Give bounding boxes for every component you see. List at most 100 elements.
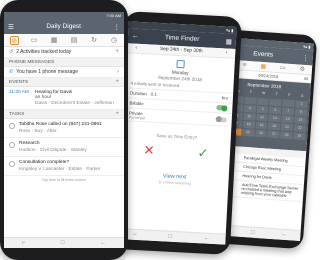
calendar-day[interactable]: 19 bbox=[255, 121, 268, 130]
nav-home-icon[interactable]: □ bbox=[251, 230, 255, 236]
task-title: Consultation complete? bbox=[19, 160, 70, 165]
calendar-day[interactable]: 5 bbox=[256, 105, 269, 114]
calendar-blank bbox=[269, 98, 283, 107]
status-bar: 7:00 AM bbox=[4, 12, 124, 19]
calendar-day[interactable]: 4 bbox=[243, 104, 256, 113]
filter-scope[interactable]: All bbox=[304, 76, 309, 81]
billable-toggle[interactable] bbox=[216, 105, 228, 111]
weekday-label: T bbox=[249, 90, 253, 95]
calendar-day[interactable]: 7 bbox=[282, 107, 295, 116]
phone-message-row[interactable]: ✆ You have 1 phone message › bbox=[4, 67, 124, 78]
weekday-label: F bbox=[288, 92, 291, 98]
add-icon[interactable]: + bbox=[115, 49, 119, 55]
calendar-day[interactable]: 29 bbox=[293, 132, 306, 141]
android-nav-bar: ⌐ □ ← bbox=[4, 237, 124, 248]
task-subtitle: Hudson · Civil Dispute · Stanley bbox=[19, 148, 87, 153]
nav-home-icon[interactable]: □ bbox=[168, 234, 172, 240]
briefcase-icon[interactable]: ▭ bbox=[30, 36, 39, 45]
task-checkbox[interactable] bbox=[9, 161, 15, 167]
document-icon[interactable]: ▤ bbox=[70, 36, 79, 45]
section-title: EVENTS bbox=[9, 80, 29, 85]
clock-icon[interactable]: ◷ bbox=[110, 36, 119, 45]
section-title: PHONE MESSAGES bbox=[9, 60, 55, 65]
calendar-day[interactable]: 22 bbox=[293, 124, 307, 133]
task-subtitle: Kingsley v. Lancaster · Estate · Parker bbox=[19, 167, 101, 172]
nav-recent-icon[interactable]: ⌐ bbox=[22, 240, 26, 246]
list-icon[interactable]: ≡ bbox=[243, 62, 247, 68]
save-choices: ✕ ✓ bbox=[122, 141, 231, 163]
task-checkbox[interactable] bbox=[9, 123, 15, 129]
section-title: TASKS bbox=[9, 112, 25, 117]
calendar-day[interactable]: 26 bbox=[254, 129, 268, 138]
task-item[interactable]: Research Hudson · Civil Dispute · Stanley bbox=[4, 138, 124, 157]
calendar-day[interactable]: 15 bbox=[294, 116, 307, 125]
activities-text: 2 Activities tracked today bbox=[16, 49, 72, 55]
nav-recent-icon[interactable]: ⌐ bbox=[133, 232, 137, 238]
duration-value[interactable]: 0.1 bbox=[150, 92, 156, 97]
calendar-day[interactable]: 8 bbox=[294, 108, 308, 117]
daily-digest-phone: 7:00 AM ☰ Daily Digest ⋮ ⊘ ▭ ▦ ▤ ↻ ◷ ↺ 2… bbox=[0, 0, 128, 260]
document-icon[interactable]: ▭ bbox=[280, 64, 286, 71]
calendar-day[interactable]: 25 bbox=[241, 128, 255, 137]
calendar-day[interactable]: 6 bbox=[269, 106, 282, 115]
daily-digest-screen: 7:00 AM ☰ Daily Digest ⋮ ⊘ ▭ ▦ ▤ ↻ ◷ ↺ 2… bbox=[4, 12, 124, 248]
android-nav-bar: ⌐ □ ← bbox=[117, 228, 226, 245]
page-title: Time Finder bbox=[164, 34, 200, 44]
add-task-icon[interactable]: + bbox=[115, 110, 119, 118]
more-icon[interactable]: ⋮ bbox=[114, 23, 121, 31]
nav-home-icon[interactable]: □ bbox=[61, 240, 65, 246]
calendar-icon[interactable]: ▦ bbox=[50, 36, 59, 45]
prev-week-chevron-icon[interactable]: ‹ bbox=[135, 46, 137, 51]
calendar-day[interactable]: 1 bbox=[295, 100, 308, 109]
calendar-day[interactable]: 14 bbox=[281, 115, 294, 124]
chevron-right-icon[interactable]: › bbox=[117, 69, 119, 75]
calendar-day[interactable]: 28 bbox=[280, 131, 293, 140]
calendar-day[interactable]: 18 bbox=[242, 120, 255, 129]
activities-row[interactable]: ↺ 2 Activities tracked today + bbox=[4, 47, 124, 58]
task-title: Tabitha Rose called on (847) 231-0861 bbox=[19, 122, 102, 127]
calendar-day[interactable]: 20 bbox=[268, 122, 281, 131]
calendar-day[interactable]: 11 bbox=[243, 112, 256, 121]
calendar-day[interactable]: 27 bbox=[267, 130, 280, 139]
email-calendar-icon bbox=[176, 59, 185, 69]
calendar-day[interactable]: 12 bbox=[255, 113, 269, 122]
phone-messages-header: PHONE MESSAGES bbox=[4, 58, 124, 67]
x-icon[interactable]: ✕ bbox=[143, 142, 155, 159]
no-icon[interactable]: ⊘ bbox=[9, 35, 19, 45]
task-item[interactable]: Tabitha Rose called on (847) 231-0861 Ros… bbox=[4, 119, 124, 138]
event-item[interactable]: 11:30 AM Hearing for Davis an hour Davis… bbox=[4, 87, 124, 110]
calendar-icon[interactable]: ▦ bbox=[260, 63, 266, 70]
calendar-blank bbox=[256, 97, 270, 106]
add-event-icon[interactable]: + bbox=[115, 78, 119, 86]
refresh-icon[interactable]: ↻ bbox=[90, 36, 99, 45]
event-text: AutoTime Team Exchange Server re-created… bbox=[241, 182, 299, 198]
event-time: 11:30 AM bbox=[9, 90, 29, 95]
filter-date[interactable]: 09/24/2018 bbox=[258, 73, 278, 79]
next-week-chevron-icon[interactable]: › bbox=[226, 50, 228, 55]
nav-back-icon[interactable]: ← bbox=[100, 240, 106, 246]
task-title: Research bbox=[19, 141, 40, 146]
nav-back-icon[interactable]: ← bbox=[204, 236, 210, 242]
more-icon[interactable]: ⋮ bbox=[302, 53, 309, 61]
activity-summary-text: 4 emails sent or received bbox=[130, 80, 180, 89]
event-duration: an hour bbox=[35, 95, 52, 100]
duration-label: Duration bbox=[129, 90, 147, 97]
private-toggle[interactable] bbox=[215, 116, 227, 123]
calendar-blank bbox=[282, 99, 295, 108]
calendar-icon[interactable]: ▦ bbox=[226, 37, 233, 45]
task-checkbox[interactable] bbox=[9, 142, 15, 148]
calendar-blank bbox=[244, 96, 257, 105]
nav-back-icon[interactable]: ← bbox=[281, 232, 287, 238]
digest-appbar: ☰ Daily Digest ⋮ bbox=[4, 19, 124, 34]
settings-icon[interactable]: ⚙ bbox=[299, 66, 305, 73]
footer-hint: Tap here to fill entire screen bbox=[41, 178, 87, 182]
page-title: Daily Digest bbox=[46, 23, 81, 30]
task-item[interactable]: Consultation complete? Kingsley v. Lancas… bbox=[4, 157, 124, 176]
date-range[interactable]: Sep 24th - Sep 30th bbox=[160, 47, 203, 54]
phone-icon: ✆ bbox=[9, 69, 14, 75]
calendar-day[interactable]: 21 bbox=[280, 123, 294, 132]
weekday-label: T bbox=[275, 91, 278, 97]
check-icon[interactable]: ✓ bbox=[197, 145, 209, 162]
phone-message-text: You have 1 phone message bbox=[16, 69, 79, 75]
calendar-day[interactable]: 13 bbox=[268, 114, 281, 123]
